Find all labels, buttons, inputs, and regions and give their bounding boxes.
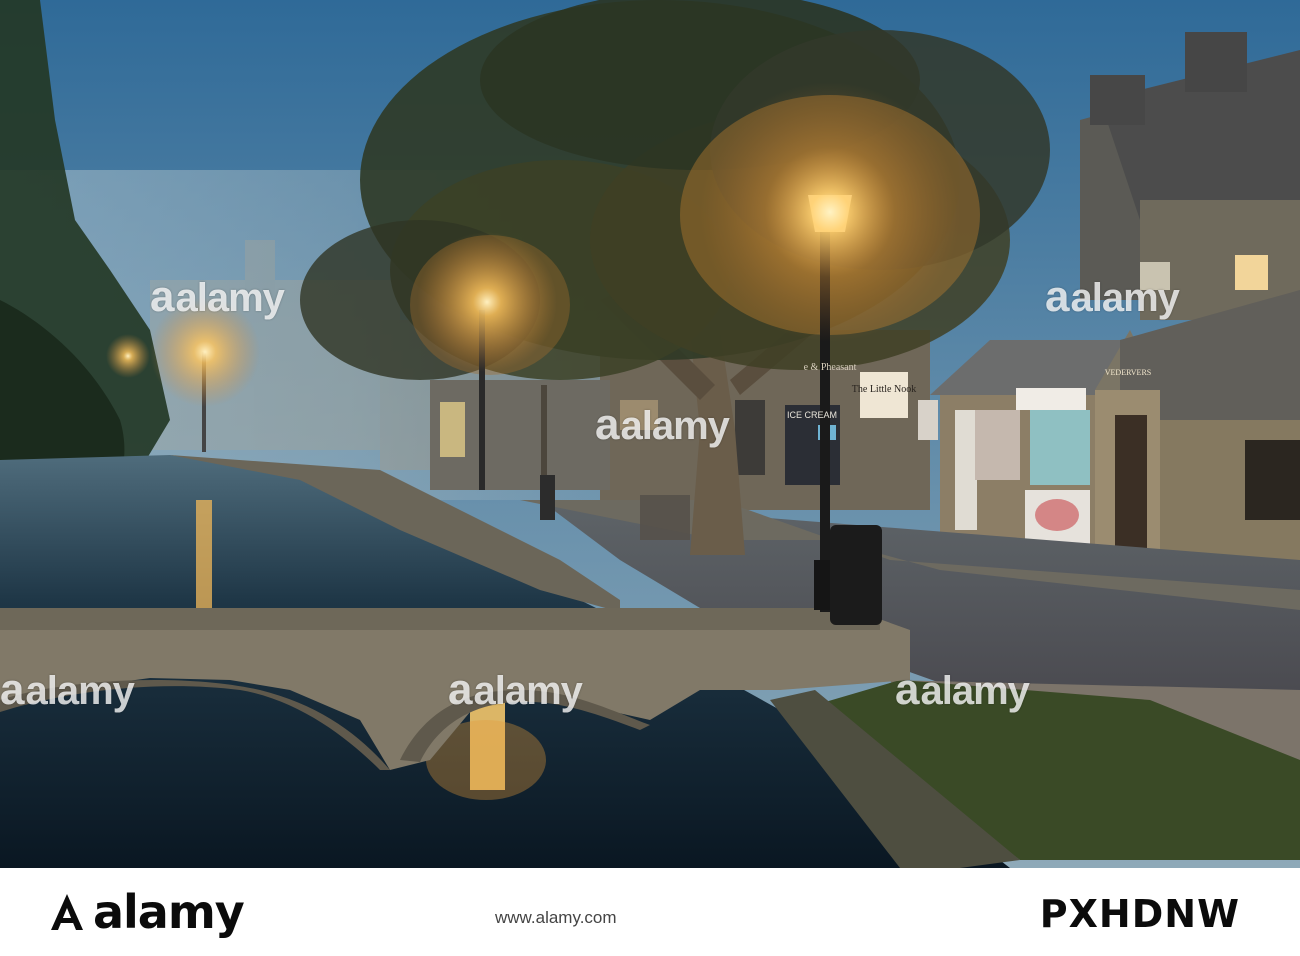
bench bbox=[640, 495, 690, 540]
site-url[interactable]: www.alamy.com bbox=[495, 908, 617, 928]
image-id: PXHDNW bbox=[1039, 892, 1240, 936]
footer-bar: alamy www.alamy.com PXHDNW bbox=[0, 868, 1300, 956]
lamp-glow-far bbox=[150, 297, 260, 407]
alamy-a-icon bbox=[51, 894, 83, 930]
sign-pub: e & Pheasant bbox=[804, 362, 857, 373]
sign-ice-cream: ICE CREAM bbox=[787, 410, 837, 420]
lamp-glow-middle bbox=[417, 232, 557, 372]
village-scene: The Little Nook ICE CREAM VEDERVERS e & … bbox=[0, 0, 1300, 868]
sign-shop: VEDERVERS bbox=[1105, 368, 1151, 377]
lamp-glow-distant bbox=[106, 334, 150, 378]
sign-little-nook: The Little Nook bbox=[852, 384, 916, 395]
litter-bin bbox=[830, 525, 882, 625]
alamy-logo[interactable]: alamy bbox=[47, 882, 245, 942]
lamp-glow-main bbox=[700, 82, 960, 342]
photograph: The Little Nook ICE CREAM VEDERVERS e & … bbox=[0, 0, 1300, 868]
